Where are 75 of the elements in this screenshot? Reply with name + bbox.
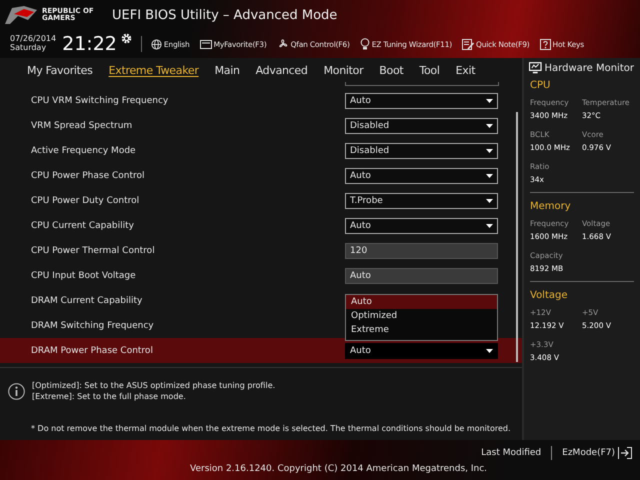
setting-label: CPU Current Capability bbox=[31, 220, 135, 230]
setting-label: DRAM Switching Frequency bbox=[31, 320, 155, 330]
warning-note: * Do not remove the thermal module when the extreme mode is selected. The thermal conditions should be monitored. bbox=[30, 424, 512, 433]
setting-row[interactable]: CPU VRM Switching Frequency Auto bbox=[0, 88, 522, 113]
section-title: Memory bbox=[530, 201, 572, 212]
menu-option[interactable]: Extreme bbox=[346, 323, 497, 337]
window-title: UEFI BIOS Utility – Advanced Mode bbox=[112, 8, 338, 22]
setting-label: CPU VRM Switching Frequency bbox=[31, 96, 170, 106]
section-title: CPU bbox=[530, 80, 552, 91]
menu-tab[interactable]: Main bbox=[214, 64, 240, 76]
dropdown[interactable]: Disabled bbox=[345, 118, 498, 134]
menu-tab[interactable]: Exit bbox=[456, 64, 476, 76]
setting-label: Active Frequency Mode bbox=[31, 146, 137, 156]
last-modified-button[interactable]: Last Modified bbox=[481, 448, 542, 458]
menu-option[interactable]: Optimized bbox=[346, 309, 497, 323]
section-title: Voltage bbox=[530, 290, 569, 301]
setting-label: VRM Spread Spectrum bbox=[31, 120, 134, 130]
info-icon bbox=[8, 382, 25, 400]
menu-tab[interactable]: My Favorites bbox=[27, 64, 93, 76]
caret-icon bbox=[486, 174, 493, 178]
globe-icon bbox=[150, 38, 162, 50]
dropdown[interactable]: Disabled bbox=[345, 142, 498, 158]
help-text: [Optimized]: Set to the ASUS optimized phase tuning profile. bbox=[32, 380, 276, 391]
dropdown[interactable]: Auto bbox=[345, 342, 498, 358]
bulb-icon bbox=[360, 38, 370, 50]
menu-tab[interactable]: Extreme Tweaker bbox=[108, 64, 199, 76]
exit-icon bbox=[618, 447, 632, 459]
menu-tab[interactable]: Tool bbox=[419, 64, 440, 76]
caret-icon bbox=[486, 148, 493, 152]
weekday-text: Saturday bbox=[10, 44, 48, 53]
caret-icon bbox=[486, 98, 493, 102]
setting-label: DRAM Power Phase Control bbox=[31, 346, 154, 356]
folder-icon bbox=[200, 39, 212, 49]
setting-label: CPU Power Duty Control bbox=[31, 196, 140, 206]
setting-row[interactable]: DRAM Switching Frequency bbox=[0, 313, 340, 338]
setting-row[interactable]: CPU Power Thermal Control 120 bbox=[0, 238, 522, 263]
setting-row[interactable]: DRAM Power Phase Control Auto bbox=[0, 338, 522, 363]
monitor-icon bbox=[529, 62, 542, 74]
version-text: Version 2.16.1240. Copyright (C) 2014 American Megatrends, Inc. bbox=[190, 464, 488, 474]
dropdown[interactable]: Auto bbox=[345, 92, 498, 108]
caret-icon bbox=[486, 198, 493, 202]
menu-tab[interactable]: Boot bbox=[379, 64, 404, 76]
panel-title: Hardware Monitor bbox=[544, 62, 634, 74]
caret-icon bbox=[486, 348, 493, 352]
rog-logo-icon bbox=[4, 4, 38, 26]
note-icon bbox=[462, 38, 474, 50]
dropdown[interactable]: Auto bbox=[345, 168, 498, 184]
setting-label: CPU Power Phase Control bbox=[31, 170, 146, 180]
help-icon bbox=[540, 38, 551, 50]
input-field[interactable]: Auto bbox=[345, 268, 498, 284]
input-field[interactable]: 120 bbox=[345, 242, 498, 258]
setting-row[interactable]: CPU Input Boot Voltage Auto bbox=[0, 263, 522, 288]
caret-icon bbox=[486, 124, 493, 128]
clock-time: 21:22 bbox=[62, 33, 117, 55]
menu-tab[interactable]: Advanced bbox=[256, 64, 308, 76]
menu-tab[interactable]: Monitor bbox=[324, 64, 364, 76]
fan-icon bbox=[276, 38, 289, 50]
setting-row[interactable]: DRAM Current Capability bbox=[0, 288, 340, 313]
dropdown[interactable]: T.Probe bbox=[345, 192, 498, 208]
help-text: [Extreme]: Set to the full phase mode. bbox=[32, 391, 187, 402]
setting-row[interactable]: CPU Power Phase Control Auto bbox=[0, 163, 522, 188]
settings-icon[interactable] bbox=[120, 33, 132, 44]
setting-row[interactable]: Active Frequency Mode Disabled bbox=[0, 138, 522, 163]
setting-label: CPU Power Thermal Control bbox=[31, 246, 156, 256]
ez-mode-button[interactable]: EzMode(F7) bbox=[562, 447, 632, 459]
setting-row[interactable]: CPU Current Capability Auto bbox=[0, 213, 522, 238]
caret-icon bbox=[486, 224, 493, 228]
date-text: 07/26/2014 bbox=[10, 35, 56, 44]
dropdown[interactable]: Auto bbox=[345, 218, 498, 234]
setting-label: CPU Input Boot Voltage bbox=[31, 270, 137, 280]
setting-row[interactable]: CPU Power Duty Control T.Probe bbox=[0, 188, 522, 213]
setting-label: DRAM Current Capability bbox=[31, 296, 144, 306]
setting-row[interactable]: VRM Spread Spectrum Disabled bbox=[0, 113, 522, 138]
scrollbar[interactable] bbox=[516, 112, 518, 362]
menu-option[interactable]: Auto bbox=[346, 295, 497, 309]
